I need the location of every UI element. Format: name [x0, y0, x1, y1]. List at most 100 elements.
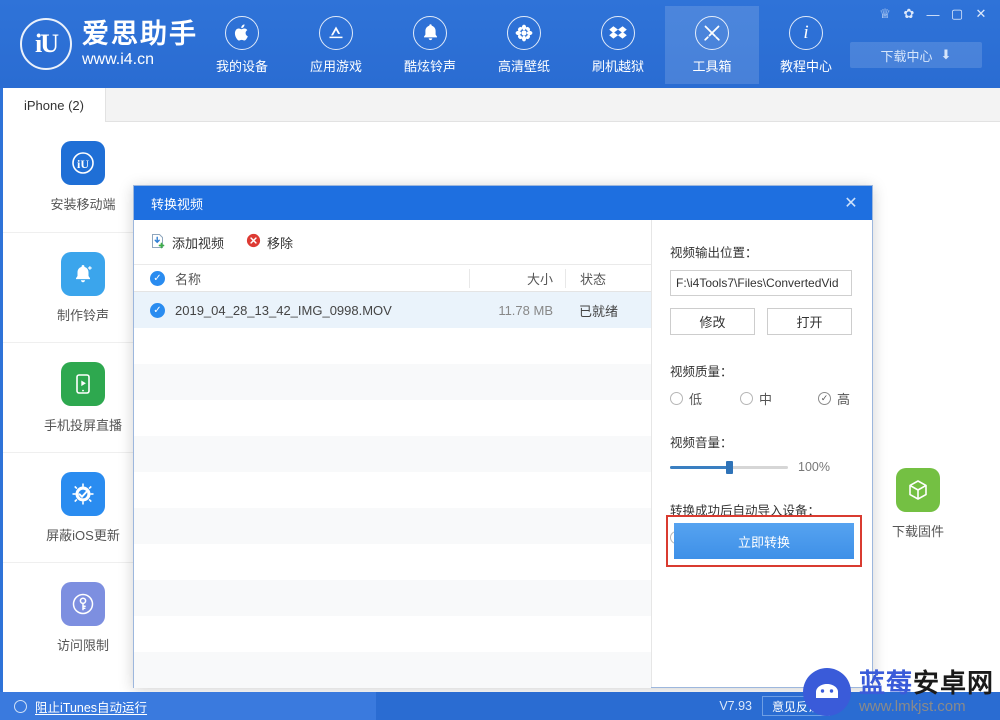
- row-status-cell: 已就绪: [579, 303, 619, 319]
- volume-track[interactable]: [670, 460, 788, 474]
- i4-logo-icon: iU: [20, 18, 72, 70]
- radio-circle: [670, 392, 683, 405]
- add-video-icon: [150, 233, 166, 252]
- block-update-icon: [61, 471, 105, 516]
- column-size-label: 大小: [526, 271, 553, 287]
- remove-button[interactable]: 移除: [246, 233, 293, 252]
- row-checkbox[interactable]: ✓: [150, 302, 165, 318]
- empty-row: [134, 472, 651, 508]
- close-icon[interactable]: ✕: [970, 4, 992, 24]
- modify-path-button[interactable]: 修改: [670, 308, 755, 335]
- quality-option-high[interactable]: ✓ 高: [818, 389, 850, 408]
- tab-iphone[interactable]: iPhone (2): [3, 88, 106, 122]
- video-list-pane: 添加视频 移除 ✓ 名称 大小 状态 ✓ 2019_04_28_13_42_IM…: [134, 220, 652, 688]
- volume-slider[interactable]: 100%: [670, 460, 852, 474]
- table-row[interactable]: ✓ 2019_04_28_13_42_IMG_0998.MOV 11.78 MB…: [134, 292, 651, 328]
- nav-item-apps-games[interactable]: 应用游戏: [289, 6, 383, 84]
- minimize-icon[interactable]: —: [922, 4, 944, 24]
- theme-icon[interactable]: ♕: [874, 4, 896, 24]
- convert-now-button[interactable]: 立即转换: [674, 523, 854, 559]
- add-video-button[interactable]: 添加视频: [150, 233, 224, 252]
- nav-label: 刷机越狱: [591, 58, 644, 74]
- apple-icon: [225, 15, 259, 50]
- volume-value: 100%: [798, 460, 830, 474]
- nav-item-wallpapers[interactable]: 高清壁纸: [477, 6, 571, 84]
- empty-row: [134, 616, 651, 652]
- i4-app-icon: iU: [61, 141, 105, 185]
- watermark-brand-blue: 蓝莓: [858, 668, 913, 698]
- quality-option-low[interactable]: 低: [670, 389, 740, 408]
- appstore-icon: [319, 15, 353, 50]
- column-name-label: 名称: [175, 271, 202, 287]
- box-icon: [601, 15, 635, 50]
- empty-row: [134, 508, 651, 544]
- main-body: iPhone (2) iU 安装移动端 制作铃声 手机投屏直播 屏蔽iOS更新 …: [0, 88, 1000, 692]
- volume-knob[interactable]: [726, 460, 733, 474]
- ringtone-icon: [61, 251, 105, 296]
- empty-row: [134, 580, 651, 616]
- video-quality-label: 视频质量：: [670, 365, 733, 379]
- open-path-button[interactable]: 打开: [767, 308, 852, 335]
- svg-text:iU: iU: [77, 157, 89, 171]
- dialog-title: 转换视频: [151, 196, 204, 212]
- brand-logo: iU 爱思助手 www.i4.cn: [20, 18, 198, 70]
- tool-label: 屏蔽iOS更新: [46, 527, 120, 543]
- window-controls: ♕ ✿ — ▢ ✕: [874, 4, 992, 24]
- tool-download-firmware[interactable]: 下载固件: [858, 468, 978, 540]
- volume-fill: [670, 465, 729, 469]
- flower-icon: [507, 15, 541, 50]
- select-all-checkbox[interactable]: ✓: [150, 270, 165, 286]
- column-size[interactable]: 大小: [469, 268, 565, 288]
- maximize-icon[interactable]: ▢: [946, 4, 968, 24]
- column-status[interactable]: 状态: [565, 268, 651, 288]
- tool-label: 制作铃声: [56, 307, 109, 323]
- toolbox-icon: [695, 15, 729, 50]
- nav-label: 教程中心: [779, 58, 832, 74]
- empty-row: [134, 652, 651, 688]
- video-quality-group: 低 中 ✓ 高: [670, 389, 852, 408]
- dialog-toolbar: 添加视频 移除: [134, 220, 651, 264]
- screen-cast-icon: [61, 361, 105, 406]
- tool-label: 下载固件: [891, 524, 944, 539]
- convert-highlight-box: 立即转换: [666, 515, 862, 567]
- nav-label: 我的设备: [215, 58, 268, 74]
- restriction-icon: [61, 581, 105, 626]
- nav-item-ringtones[interactable]: 酷炫铃声: [383, 6, 477, 84]
- radio-circle: [740, 392, 753, 405]
- download-center-button[interactable]: 下载中心 ⬇: [850, 42, 982, 68]
- remove-label: 移除: [267, 235, 294, 251]
- info-icon: i: [789, 15, 823, 50]
- download-arrow-icon: ⬇: [940, 47, 952, 62]
- nav-label: 工具箱: [692, 58, 732, 74]
- bell-icon: [413, 15, 447, 50]
- android-mascot-icon: [802, 668, 851, 716]
- nav-label: 酷炫铃声: [403, 58, 456, 74]
- output-location-label: 视频输出位置：: [670, 246, 758, 260]
- radio-circle-selected: ✓: [818, 392, 831, 405]
- quality-low-label: 低: [689, 392, 703, 407]
- nav-item-flash-jailbreak[interactable]: 刷机越狱: [571, 6, 665, 84]
- dialog-close-button[interactable]: ✕: [830, 186, 872, 220]
- quality-option-medium[interactable]: 中: [740, 389, 818, 408]
- column-name[interactable]: ✓ 名称: [134, 269, 469, 288]
- remove-icon: [246, 233, 261, 251]
- nav-item-toolbox[interactable]: 工具箱: [665, 6, 759, 84]
- dialog-body: 添加视频 移除 ✓ 名称 大小 状态 ✓ 2019_04_28_13_42_IM…: [134, 220, 872, 688]
- empty-row: [134, 436, 651, 472]
- device-tab-strip: iPhone (2): [3, 88, 1000, 122]
- empty-row: [134, 544, 651, 580]
- video-volume-label: 视频音量：: [670, 436, 733, 450]
- watermark-brand-dark: 安卓网: [912, 668, 994, 698]
- convert-video-dialog: 转换视频 ✕ 添加视频 移除 ✓ 名称 大小 状态 ✓ 2019_04_28_1…: [133, 185, 873, 688]
- nav-item-tutorials[interactable]: i 教程中心: [759, 6, 853, 84]
- nav-label: 高清壁纸: [497, 58, 550, 74]
- nav-item-my-device[interactable]: 我的设备: [195, 6, 289, 84]
- itunes-toggle[interactable]: 阻止iTunes自动运行: [0, 692, 376, 720]
- output-path-input[interactable]: F:\i4Tools7\Files\ConvertedVid: [670, 270, 852, 296]
- nav-label: 应用游戏: [309, 58, 362, 74]
- quality-medium-label: 中: [759, 392, 773, 407]
- list-header-row: ✓ 名称 大小 状态: [134, 264, 651, 292]
- settings-icon[interactable]: ✿: [898, 4, 920, 24]
- brand-name: 爱思助手: [82, 18, 198, 49]
- tool-label: 访问限制: [56, 637, 109, 653]
